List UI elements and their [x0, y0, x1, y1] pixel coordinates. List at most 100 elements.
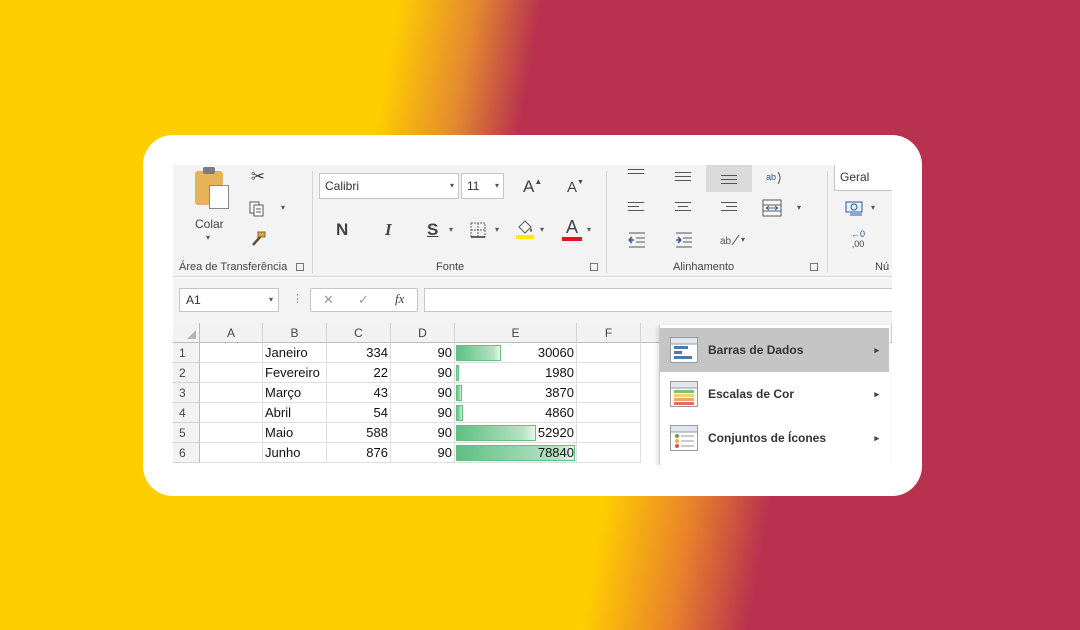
- cell-d[interactable]: 90: [391, 343, 455, 363]
- cell-e[interactable]: 1980: [455, 363, 577, 383]
- column-header-c[interactable]: C: [327, 323, 391, 343]
- menu-item-data-bars[interactable]: Barras de Dados ▸: [660, 328, 889, 372]
- italic-button[interactable]: I: [385, 220, 392, 240]
- cell-c[interactable]: 588: [327, 423, 391, 443]
- font-launcher-icon[interactable]: [590, 263, 598, 271]
- align-line: [675, 176, 691, 177]
- underline-dropdown-icon[interactable]: ▾: [449, 225, 453, 234]
- cell-b[interactable]: Maio: [263, 423, 327, 443]
- decrease-indent-icon[interactable]: [626, 229, 648, 251]
- grow-font-button[interactable]: A▲: [523, 177, 542, 197]
- cell-c[interactable]: 334: [327, 343, 391, 363]
- fill-color-dropdown-icon[interactable]: ▾: [540, 225, 544, 234]
- cell-e[interactable]: 3870: [455, 383, 577, 403]
- cell-d[interactable]: 90: [391, 423, 455, 443]
- cell-a[interactable]: [200, 383, 263, 403]
- number-format-select[interactable]: Geral: [834, 165, 892, 191]
- menu-item-icon-sets[interactable]: Conjuntos de Ícones ▸: [660, 416, 889, 460]
- increase-indent-icon[interactable]: [673, 229, 695, 251]
- column-header-d[interactable]: D: [391, 323, 455, 343]
- cell-b[interactable]: Março: [263, 383, 327, 403]
- currency-icon[interactable]: [844, 197, 866, 219]
- font-color-button[interactable]: A: [561, 217, 583, 243]
- font-size-select[interactable]: 11 ▾: [461, 173, 504, 199]
- cell-f[interactable]: [577, 343, 641, 363]
- menu-item-color-scales[interactable]: Escalas de Cor ▸: [660, 372, 889, 416]
- cell-e[interactable]: 4860: [455, 403, 577, 423]
- format-painter-icon[interactable]: [247, 228, 269, 250]
- insert-function-icon[interactable]: fx: [395, 291, 404, 307]
- column-header-f[interactable]: F: [577, 323, 641, 343]
- select-all-button[interactable]: [173, 323, 200, 343]
- number-group-label: Nú: [875, 261, 890, 273]
- column-header-a[interactable]: A: [200, 323, 263, 343]
- cell-c[interactable]: 876: [327, 443, 391, 463]
- row-header[interactable]: 4: [173, 403, 200, 423]
- align-center-button[interactable]: [675, 202, 693, 216]
- align-right-button[interactable]: [721, 202, 739, 216]
- copy-dropdown-icon[interactable]: ▾: [281, 203, 285, 212]
- name-box[interactable]: A1 ▾: [179, 288, 279, 312]
- cell-a[interactable]: [200, 403, 263, 423]
- cell-b[interactable]: Abril: [263, 403, 327, 423]
- cell-f[interactable]: [577, 403, 641, 423]
- copy-icon[interactable]: [246, 198, 268, 220]
- cell-f[interactable]: [577, 443, 641, 463]
- cell-e[interactable]: 52920: [455, 423, 577, 443]
- cell-b[interactable]: Fevereiro: [263, 363, 327, 383]
- align-bottom-button[interactable]: [721, 175, 739, 187]
- bold-button[interactable]: N: [336, 220, 348, 240]
- alignment-launcher-icon[interactable]: [810, 263, 818, 271]
- column-header-b[interactable]: B: [263, 323, 327, 343]
- cell-b[interactable]: Junho: [263, 443, 327, 463]
- font-color-dropdown-icon[interactable]: ▾: [587, 225, 591, 234]
- row-header[interactable]: 5: [173, 423, 200, 443]
- cell-d[interactable]: 90: [391, 403, 455, 423]
- confirm-icon[interactable]: ✓: [358, 292, 369, 308]
- font-size-dropdown-icon: ▾: [494, 181, 499, 190]
- row-header[interactable]: 6: [173, 443, 200, 463]
- cell-d[interactable]: 90: [391, 363, 455, 383]
- underline-button[interactable]: S: [427, 220, 438, 240]
- borders-icon[interactable]: [469, 221, 487, 239]
- cell-f[interactable]: [577, 383, 641, 403]
- cell-b[interactable]: Janeiro: [263, 343, 327, 363]
- increase-decimal-icon[interactable]: ←0 ,00: [845, 227, 871, 251]
- currency-dropdown-icon[interactable]: ▾: [871, 203, 875, 212]
- cut-icon[interactable]: ✂: [247, 166, 269, 188]
- wrap-dropdown-icon[interactable]: ▾: [741, 235, 745, 244]
- fill-color-icon[interactable]: [514, 217, 536, 241]
- cell-f[interactable]: [577, 363, 641, 383]
- cell-value: 876: [366, 445, 388, 460]
- cell-a[interactable]: [200, 443, 263, 463]
- cell-e[interactable]: 30060: [455, 343, 577, 363]
- formula-input[interactable]: [424, 288, 892, 312]
- cancel-icon[interactable]: ✕: [323, 292, 334, 308]
- wrap-text-icon[interactable]: ab: [718, 229, 742, 251]
- align-top-button[interactable]: [628, 169, 646, 181]
- column-header-e[interactable]: E: [455, 323, 577, 343]
- borders-dropdown-icon[interactable]: ▾: [495, 225, 499, 234]
- cell-a[interactable]: [200, 343, 263, 363]
- row-header[interactable]: 1: [173, 343, 200, 363]
- cell-c[interactable]: 22: [327, 363, 391, 383]
- merge-dropdown-icon[interactable]: ▾: [797, 203, 801, 212]
- clipboard-launcher-icon[interactable]: [296, 263, 304, 271]
- cell-c[interactable]: 43: [327, 383, 391, 403]
- align-left-button[interactable]: [628, 202, 646, 216]
- cell-e[interactable]: 78840: [455, 443, 577, 463]
- cell-d[interactable]: 90: [391, 383, 455, 403]
- cell-c[interactable]: 54: [327, 403, 391, 423]
- orientation-icon[interactable]: ab: [763, 167, 785, 189]
- cell-f[interactable]: [577, 423, 641, 443]
- font-name-select[interactable]: Calibri ▾: [319, 173, 459, 199]
- row-header[interactable]: 3: [173, 383, 200, 403]
- paste-button[interactable]: Colar ▾: [187, 165, 235, 247]
- merge-center-icon[interactable]: [761, 197, 783, 219]
- cell-d[interactable]: 90: [391, 443, 455, 463]
- cell-a[interactable]: [200, 363, 263, 383]
- row-header[interactable]: 2: [173, 363, 200, 383]
- cell-a[interactable]: [200, 423, 263, 443]
- shrink-font-button[interactable]: A▼: [567, 179, 584, 196]
- align-middle-button[interactable]: [675, 172, 693, 184]
